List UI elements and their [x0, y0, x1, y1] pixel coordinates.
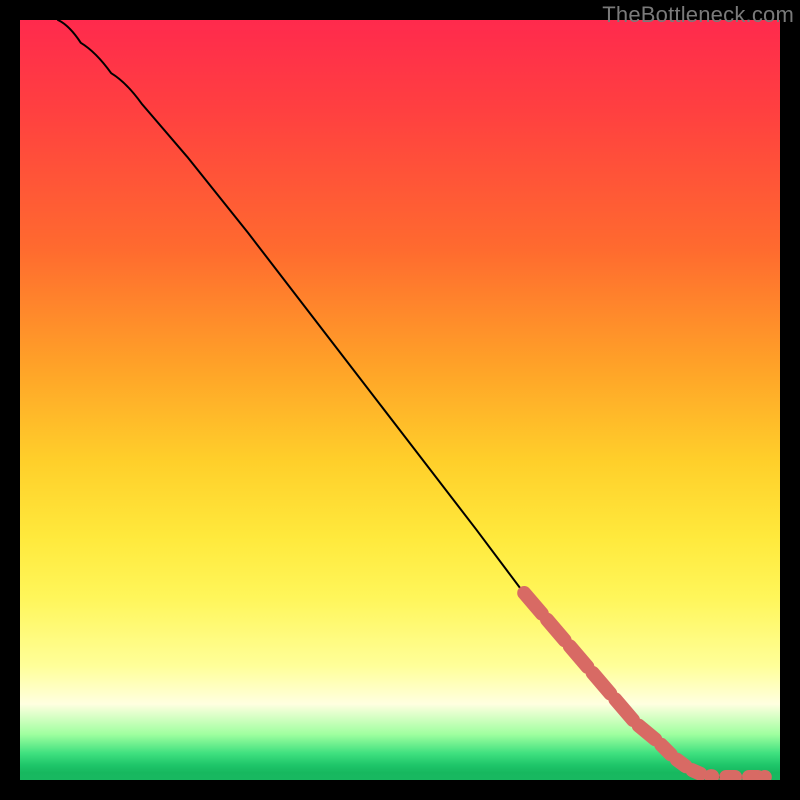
highlight-dash [570, 646, 588, 667]
highlight-dash [677, 760, 686, 767]
highlight-dash [593, 673, 611, 694]
highlighted-points [524, 593, 772, 780]
curve-layer [20, 20, 780, 780]
plot-area [20, 20, 780, 780]
highlight-dash [524, 593, 542, 614]
watermark-text: TheBottleneck.com [602, 2, 794, 28]
highlight-dash [547, 620, 565, 641]
main-curve [58, 20, 765, 779]
chart-stage: TheBottleneck.com [0, 0, 800, 800]
highlight-dash [661, 745, 671, 755]
highlight-dash [639, 726, 656, 740]
highlight-dash [692, 770, 700, 774]
highlight-dash [615, 699, 633, 720]
